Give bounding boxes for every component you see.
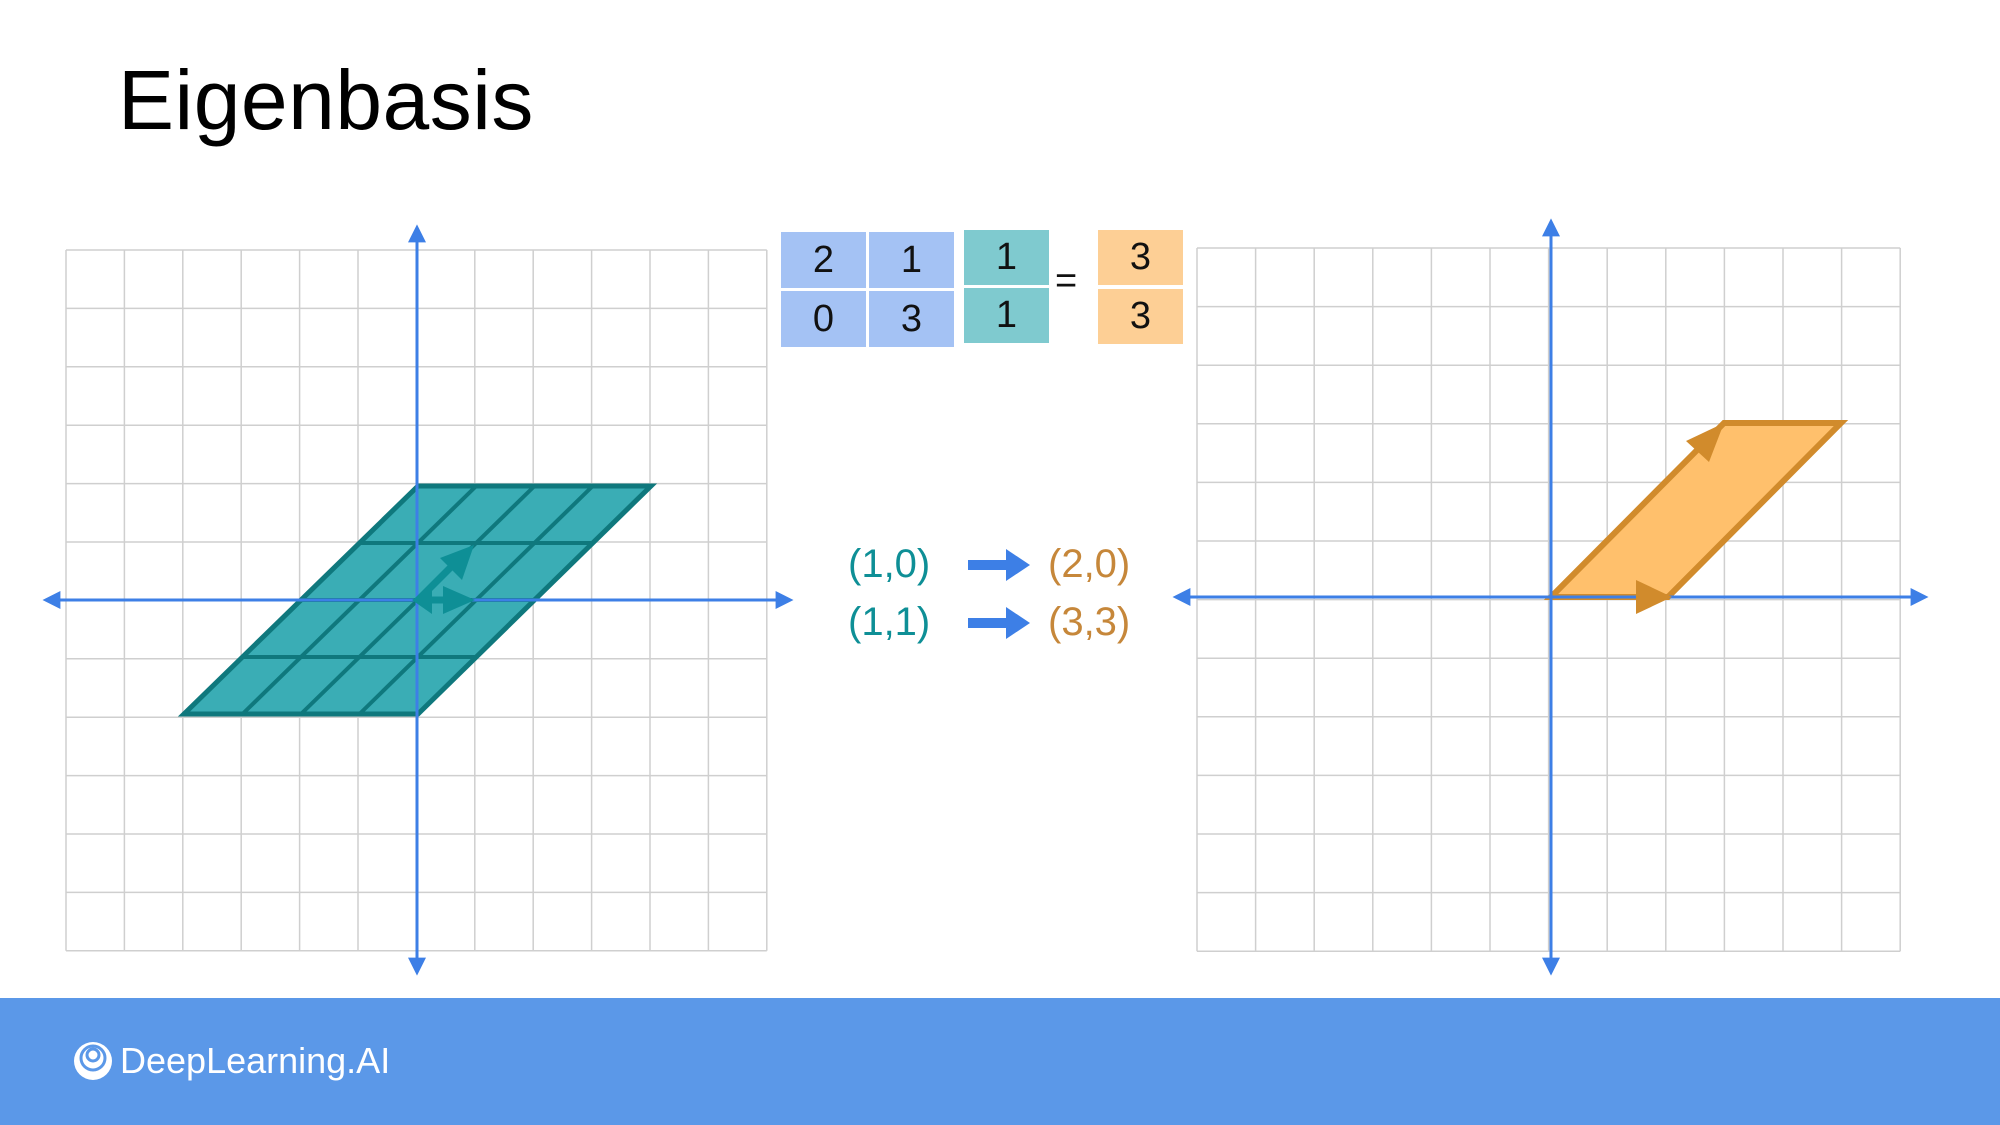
matrix-cell-1-0: 0 bbox=[781, 291, 866, 347]
vector-cell-0: 1 bbox=[964, 230, 1049, 285]
equals-sign: = bbox=[1055, 260, 1078, 302]
mapping-from: (1,0) bbox=[848, 542, 931, 586]
deeplearning-logo-icon bbox=[74, 1042, 112, 1080]
mapping-row-2: (1,1) (3,3) bbox=[848, 600, 1130, 645]
matrix-cell-1-1: 3 bbox=[869, 291, 954, 347]
mapping-from: (1,1) bbox=[848, 600, 931, 644]
brand[interactable]: DeepLearning.AI bbox=[72, 1040, 390, 1082]
arrow-right-icon bbox=[968, 606, 1030, 639]
mapping-to: (3,3) bbox=[1048, 600, 1131, 644]
matrix-cell-0-0: 2 bbox=[781, 232, 866, 288]
vector-cell-1: 1 bbox=[964, 288, 1049, 343]
matrix-cell-0-1: 1 bbox=[869, 232, 954, 288]
result-cell-0: 3 bbox=[1098, 230, 1183, 285]
mapping-row-1: (1,0) (2,0) bbox=[848, 542, 1130, 587]
result-cell-1: 3 bbox=[1098, 289, 1183, 344]
arrow-right-icon bbox=[968, 548, 1030, 581]
brand-name: DeepLearning.AI bbox=[120, 1040, 391, 1081]
mapping-to: (2,0) bbox=[1048, 542, 1131, 586]
